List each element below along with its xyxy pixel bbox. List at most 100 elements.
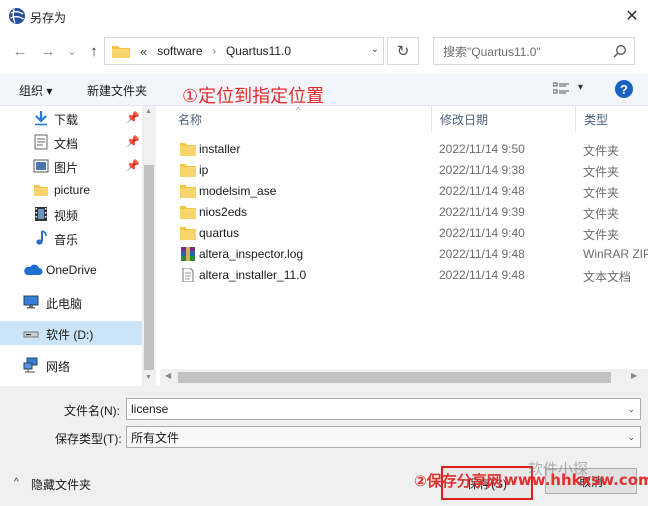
video-icon — [35, 207, 47, 221]
close-button[interactable]: ✕ — [618, 2, 646, 30]
chevron-up-icon[interactable]: ^ — [14, 477, 19, 488]
picture-icon — [33, 159, 49, 173]
text-file-icon — [182, 268, 194, 282]
file-date: 2022/11/14 9:48 — [439, 184, 525, 198]
file-row[interactable]: quartus 2022/11/14 9:40 文件夹 — [170, 223, 640, 244]
file-type: WinRAR ZIP — [583, 247, 648, 261]
folder-icon — [180, 185, 196, 198]
network-icon — [23, 357, 38, 373]
file-row[interactable]: altera_installer_11.0 2022/11/14 9:48 文本… — [170, 265, 640, 286]
column-name-label: 名称 — [178, 112, 203, 127]
up-button[interactable]: ↑ — [83, 40, 105, 62]
nav-item-documents[interactable]: 文档 📌 — [0, 130, 142, 154]
watermark-annotation: ②保存分享网 — [414, 472, 502, 490]
file-row[interactable]: ip 2022/11/14 9:38 文件夹 — [170, 160, 640, 181]
nav-label: 文档 — [54, 137, 79, 151]
file-row[interactable]: altera_inspector.log 2022/11/14 9:48 Win… — [170, 244, 648, 265]
nav-item-network[interactable]: 网络 — [0, 353, 142, 377]
horizontal-scroll-thumb[interactable] — [178, 372, 611, 383]
nav-label: 视频 — [54, 209, 79, 223]
new-folder-button[interactable]: 新建文件夹 — [87, 82, 147, 99]
column-header-name[interactable]: 名称 — [170, 106, 432, 132]
file-name: installer — [199, 142, 241, 156]
nav-item-pictures[interactable]: 图片 📌 — [0, 154, 142, 178]
filename-input[interactable]: license ⌄ — [126, 398, 641, 420]
nav-item-downloads[interactable]: 下载 📌 — [0, 106, 142, 130]
nav-scroll-thumb[interactable] — [144, 165, 154, 370]
chevron-down-icon[interactable]: ⌄ — [627, 404, 635, 415]
file-name: altera_installer_11.0 — [199, 268, 307, 282]
scroll-up-arrow[interactable]: ▲ — [145, 108, 152, 115]
hide-folders-toggle[interactable]: 隐藏文件夹 — [31, 476, 91, 493]
folder-icon — [180, 227, 196, 240]
nav-item-picture-folder[interactable]: picture — [0, 178, 142, 202]
organize-button[interactable]: 组织 ▾ — [19, 82, 52, 99]
file-name: ip — [199, 163, 209, 177]
search-input[interactable]: 搜索"Quartus11.0" — [433, 37, 635, 65]
overflow-chevron[interactable]: « — [140, 44, 147, 59]
cloud-icon — [24, 264, 43, 275]
file-row[interactable]: installer 2022/11/14 9:50 文件夹 — [170, 139, 640, 160]
nav-label: picture — [54, 183, 91, 197]
winrar-archive-icon — [181, 247, 195, 261]
scroll-down-arrow[interactable]: ▼ — [145, 374, 152, 381]
file-type: 文件夹 — [583, 207, 620, 221]
filetype-select[interactable]: 所有文件 ⌄ — [126, 426, 641, 448]
chevron-down-icon[interactable]: ⌄ — [627, 432, 635, 443]
annotation-step-1: ①定位到指定位置 — [182, 86, 325, 107]
file-type: 文件夹 — [583, 165, 620, 179]
pin-icon: 📌 — [126, 112, 140, 124]
filename-label: 文件名(N): — [64, 404, 120, 418]
sort-indicator: ^ — [296, 105, 301, 115]
help-icon[interactable]: ? — [615, 80, 633, 98]
file-type: 文本文档 — [583, 270, 632, 284]
window-title: 另存为 — [30, 11, 67, 25]
folder-icon — [112, 46, 130, 58]
file-date: 2022/11/14 9:39 — [439, 205, 525, 219]
music-note-icon — [36, 230, 47, 245]
breadcrumb-software[interactable]: software — [157, 44, 202, 58]
nav-item-videos[interactable]: 视频 — [0, 202, 142, 226]
breadcrumb-quartus[interactable]: Quartus11.0 — [226, 44, 291, 58]
scroll-right-arrow[interactable]: ▶ — [631, 371, 637, 380]
refresh-button[interactable]: ↻ — [387, 37, 419, 65]
filetype-label: 保存类型(T): — [55, 432, 122, 446]
drive-icon — [23, 331, 39, 338]
column-header-type[interactable]: 类型 — [576, 106, 648, 132]
nav-item-drive-d[interactable]: 软件 (D:) — [0, 321, 142, 345]
file-name: nios2eds — [199, 205, 248, 219]
breadcrumb-separator[interactable]: › — [213, 46, 216, 57]
column-type-label: 类型 — [584, 112, 609, 127]
file-type: 文件夹 — [583, 144, 620, 158]
view-options-icon[interactable] — [553, 82, 569, 96]
file-type: 文件夹 — [583, 228, 620, 242]
folder-icon — [180, 164, 196, 177]
nav-item-onedrive[interactable]: OneDrive — [0, 258, 142, 282]
file-row[interactable]: modelsim_ase 2022/11/14 9:48 文件夹 — [170, 181, 640, 202]
address-dropdown[interactable]: ⌄ — [371, 44, 379, 55]
nav-item-this-pc[interactable]: 此电脑 — [0, 290, 142, 314]
watermark-url: www.hhkxsw.com — [504, 471, 648, 489]
column-header-date[interactable]: 修改日期 — [432, 106, 576, 132]
search-placeholder: 搜索"Quartus11.0" — [443, 44, 541, 59]
back-button[interactable]: ← — [9, 40, 31, 62]
filetype-value: 所有文件 — [131, 430, 180, 445]
nav-item-music[interactable]: 音乐 — [0, 226, 142, 250]
nav-label: 软件 (D:) — [46, 328, 94, 342]
nav-label: 图片 — [54, 161, 79, 175]
folder-icon — [34, 185, 48, 196]
folder-icon — [180, 143, 196, 156]
forward-button[interactable]: → — [37, 40, 59, 62]
address-bar[interactable]: « software › Quartus11.0 ⌄ — [104, 37, 384, 65]
file-row[interactable]: nios2eds 2022/11/14 9:39 文件夹 — [170, 202, 640, 223]
file-name: quartus — [199, 226, 240, 240]
nav-label: OneDrive — [46, 263, 97, 277]
view-dropdown[interactable]: ▾ — [578, 82, 583, 93]
scroll-left-arrow[interactable]: ◀ — [165, 371, 171, 380]
pin-icon: 📌 — [126, 160, 140, 172]
file-date: 2022/11/14 9:40 — [439, 226, 525, 240]
recent-locations-button[interactable]: ⌄ — [61, 40, 83, 62]
file-date: 2022/11/14 9:48 — [439, 268, 525, 282]
column-date-label: 修改日期 — [440, 112, 489, 127]
nav-label: 此电脑 — [46, 297, 83, 311]
